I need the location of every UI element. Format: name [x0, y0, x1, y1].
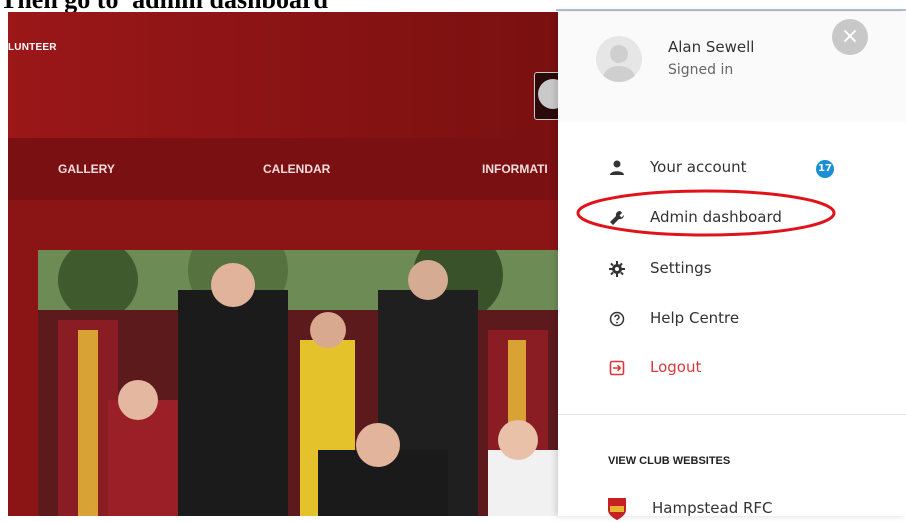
- menu-item-label: Settings: [650, 259, 712, 277]
- close-icon: ×: [840, 24, 860, 49]
- menu-item-admin-dashboard[interactable]: Admin dashboard: [558, 201, 906, 235]
- menu-item-your-account[interactable]: Your account 17: [558, 151, 906, 185]
- site-header: LUNTEER: [8, 12, 558, 138]
- menu-item-label: Help Centre: [650, 309, 740, 327]
- nav-item-information[interactable]: INFORMATI: [482, 162, 548, 176]
- gear-icon: [609, 261, 625, 277]
- site-logo-text: LUNTEER: [8, 42, 57, 53]
- menu-item-label: Your account: [650, 158, 747, 176]
- header-avatar-button[interactable]: [534, 72, 558, 120]
- logout-icon: [609, 360, 625, 376]
- nav-item-calendar[interactable]: CALENDAR: [263, 162, 330, 176]
- section-divider: [558, 414, 906, 415]
- section-title: VIEW CLUB WEBSITES: [608, 455, 731, 467]
- nav-item-gallery[interactable]: GALLERY: [58, 162, 115, 176]
- club-crest-icon: [608, 498, 626, 520]
- site-nav: GALLERY CALENDAR INFORMATI: [8, 138, 558, 200]
- club-link-hampstead[interactable]: Hampstead RFC: [558, 492, 906, 522]
- menu-item-label: Admin dashboard: [650, 208, 782, 226]
- user-name: Alan Sewell: [668, 38, 755, 56]
- close-button[interactable]: ×: [832, 19, 868, 55]
- club-name: Hampstead RFC: [652, 499, 773, 517]
- club-website-background: LUNTEER GALLERY CALENDAR INFORMATI: [8, 12, 558, 516]
- menu-item-logout[interactable]: Logout: [558, 351, 906, 385]
- menu-item-settings[interactable]: Settings: [558, 252, 906, 286]
- caption-divider: [556, 9, 906, 11]
- user-menu-panel: Alan Sewell Signed in × Your account 17 …: [558, 12, 906, 520]
- help-icon: [609, 311, 625, 327]
- team-photo: [38, 250, 558, 516]
- menu-item-label: Logout: [650, 358, 702, 376]
- avatar: [596, 36, 642, 82]
- notification-badge: 17: [816, 160, 834, 178]
- person-icon: [610, 160, 624, 175]
- menu-item-help-centre[interactable]: Help Centre: [558, 302, 906, 336]
- user-status: Signed in: [668, 62, 734, 78]
- wrench-icon: [610, 210, 625, 225]
